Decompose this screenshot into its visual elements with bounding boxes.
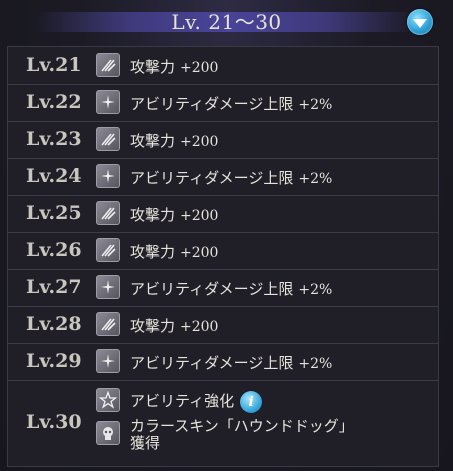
bonus-text: 攻撃力 xyxy=(130,58,176,76)
bonus-description: 攻撃力 +200 xyxy=(130,130,218,151)
bonus-description: アビリティダメージ上限 +2% xyxy=(130,93,332,114)
level-row: Lv.22 アビリティダメージ上限 +2% xyxy=(8,84,438,122)
ability-spark-icon xyxy=(96,275,120,299)
bonus-value: +200 xyxy=(180,245,219,261)
skin-unlock-line1: カラースキン「ハウンドドッグ」 xyxy=(130,417,354,435)
level-label: Lv.24 xyxy=(26,165,82,187)
level-row: Lv.24 アビリティダメージ上限 +2% xyxy=(8,158,438,196)
level-label: Lv.28 xyxy=(26,313,82,335)
ability-enhance-text: アビリティ強化 i xyxy=(130,390,263,413)
bonus-text: アビリティダメージ上限 xyxy=(130,354,294,372)
level-label: Lv.23 xyxy=(26,128,82,150)
level-row: Lv.27 アビリティダメージ上限 +2% xyxy=(8,269,438,307)
level-row-final: Lv.30 アビリティ強化 i カラースキン「ハウンドドッグ」 獲得 xyxy=(8,380,438,466)
bonus-value: +2% xyxy=(298,171,333,187)
bonus-text: アビリティダメージ上限 xyxy=(130,169,294,187)
level-range-title: Lv. 21～30 xyxy=(171,10,282,34)
level-range-header[interactable]: Lv. 21～30 xyxy=(6,4,447,38)
level-label: Lv.30 xyxy=(26,411,82,433)
ability-enhance-label: アビリティ強化 xyxy=(130,392,235,410)
bonus-description: 攻撃力 +200 xyxy=(130,241,218,262)
level-label: Lv.21 xyxy=(26,54,82,76)
bonus-value: +2% xyxy=(298,356,333,372)
level-row: Lv.21 攻撃力 +200 xyxy=(8,47,438,85)
ability-star-icon xyxy=(96,388,120,412)
collapse-toggle-button[interactable] xyxy=(407,9,433,35)
skin-unlock-text: カラースキン「ハウンドドッグ」 獲得 xyxy=(130,418,354,452)
attack-icon xyxy=(96,201,120,225)
bonus-value: +2% xyxy=(298,97,333,113)
bonus-text: アビリティダメージ上限 xyxy=(130,280,294,298)
attack-icon xyxy=(96,238,120,262)
skin-icon xyxy=(96,421,120,445)
bonus-description: アビリティダメージ上限 +2% xyxy=(130,167,332,188)
attack-icon xyxy=(96,312,120,336)
attack-icon xyxy=(96,53,120,77)
skin-unlock-line2: 獲得 xyxy=(130,434,161,452)
level-label: Lv.25 xyxy=(26,202,82,224)
bonus-value: +2% xyxy=(298,282,333,298)
bonus-text: 攻撃力 xyxy=(130,132,176,150)
bonus-description: アビリティダメージ上限 +2% xyxy=(130,352,332,373)
bonus-text: 攻撃力 xyxy=(130,243,176,261)
level-row: Lv.23 攻撃力 +200 xyxy=(8,121,438,159)
level-row: Lv.29 アビリティダメージ上限 +2% xyxy=(8,343,438,381)
level-row: Lv.28 攻撃力 +200 xyxy=(8,306,438,344)
bonus-value: +200 xyxy=(180,208,219,224)
level-row: Lv.26 攻撃力 +200 xyxy=(8,232,438,270)
level-row: Lv.25 攻撃力 +200 xyxy=(8,195,438,233)
bonus-description: 攻撃力 +200 xyxy=(130,315,218,336)
bonus-text: 攻撃力 xyxy=(130,206,176,224)
level-label: Lv.29 xyxy=(26,350,82,372)
bonus-value: +200 xyxy=(180,319,219,335)
attack-icon xyxy=(96,127,120,151)
level-label: Lv.22 xyxy=(26,91,82,113)
ability-spark-icon xyxy=(96,164,120,188)
level-bonus-panel: Lv. 21～30 Lv.21 攻撃力 +200 Lv.22 アビリティダメージ上… xyxy=(0,0,453,471)
level-label: Lv.27 xyxy=(26,276,82,298)
bonus-description: 攻撃力 +200 xyxy=(130,204,218,225)
level-bonus-table: Lv.21 攻撃力 +200 Lv.22 アビリティダメージ上限 +2% Lv.23… xyxy=(7,46,439,467)
bonus-value: +200 xyxy=(180,134,219,150)
ability-spark-icon xyxy=(96,349,120,373)
bonus-text: 攻撃力 xyxy=(130,317,176,335)
chevron-down-icon xyxy=(413,19,427,28)
bonus-value: +200 xyxy=(180,60,219,76)
info-icon[interactable]: i xyxy=(240,390,263,413)
bonus-description: アビリティダメージ上限 +2% xyxy=(130,278,332,299)
bonus-text: アビリティダメージ上限 xyxy=(130,95,294,113)
ability-spark-icon xyxy=(96,90,120,114)
level-label: Lv.26 xyxy=(26,239,82,261)
bonus-description: 攻撃力 +200 xyxy=(130,56,218,77)
